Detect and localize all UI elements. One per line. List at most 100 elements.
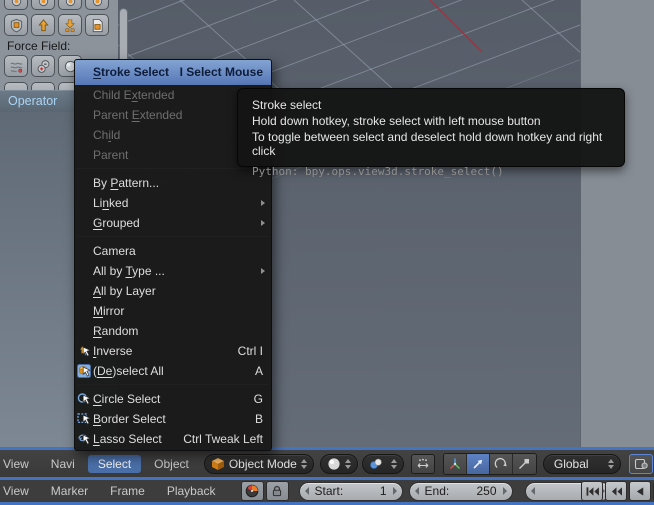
orientation-dropdown-label: Global <box>554 457 604 471</box>
menu-item-circle-select[interactable]: Circle SelectG <box>75 389 271 409</box>
pivot-icon <box>369 457 383 471</box>
manipulator-scale-button[interactable] <box>513 454 536 474</box>
tooltip-line: Hold down hotkey, stroke select with lef… <box>252 114 612 128</box>
menu-item-grouped[interactable]: Grouped <box>75 213 271 233</box>
toolshelf-button[interactable] <box>31 14 55 36</box>
timeline-fields: Start: 1 End:250 1 <box>299 482 611 501</box>
view3d-menu-view[interactable]: View <box>0 455 40 473</box>
stepper-arrows-icon <box>345 459 351 469</box>
lock-icon <box>270 484 284 498</box>
pivot-center-icon <box>634 457 648 471</box>
prev-keyframe-icon <box>609 486 624 497</box>
circle-select-icon <box>77 392 91 406</box>
play-reverse-icon <box>633 486 648 497</box>
end-frame-field[interactable]: End:250 <box>409 482 513 501</box>
menu-item-label: Parent <box>93 145 128 165</box>
menu-item-label: Random <box>93 321 138 341</box>
shading-dropdown[interactable] <box>320 454 358 474</box>
toolshelf-button[interactable] <box>85 0 109 10</box>
stepper-arrows-icon <box>391 459 397 469</box>
submenu-arrow-icon <box>261 268 265 274</box>
menu-item-label: Mirror <box>93 301 124 321</box>
manipulator-rotate-button[interactable] <box>490 454 513 474</box>
partial-icon <box>63 0 78 7</box>
mode-dropdown[interactable]: Object Mode <box>204 454 314 474</box>
axis-icon <box>448 457 462 471</box>
pivot-center-button[interactable] <box>629 454 653 474</box>
operator-panel-label: Operator <box>8 94 57 108</box>
menu-item-label: Child Extended <box>93 85 174 105</box>
view3d-header-menus: ViewNaviSelectObject <box>0 455 200 473</box>
partial-icon <box>90 0 105 7</box>
prev-keyframe-button[interactable] <box>605 481 627 501</box>
menu-item-lasso-select[interactable]: Lasso Select Ctrl Tweak Left <box>75 429 271 449</box>
scale-icon <box>517 457 531 471</box>
menu-item-label: Child <box>93 125 120 145</box>
play-reverse-button[interactable] <box>629 481 651 501</box>
menu-item-shortcut: Ctrl Tweak Left <box>183 429 271 449</box>
menu-item-label: All by Type ... <box>93 261 165 281</box>
menu-item-label: (De)select All <box>93 361 164 381</box>
start-frame-field-value: 1 <box>380 484 387 498</box>
view3d-menu-select[interactable]: Select <box>88 455 141 473</box>
menu-item-label: Lasso Select <box>93 429 162 449</box>
start-frame-field[interactable]: Start: 1 <box>299 482 403 501</box>
menu-item-inverse[interactable]: InverseCtrl I <box>75 341 271 361</box>
timeline-menu-playback[interactable]: Playback <box>156 482 227 500</box>
menu-item-label: Border Select <box>93 409 166 429</box>
timeline-menu-view[interactable]: View <box>0 482 40 500</box>
menu-item-all-by-layer[interactable]: All by Layer <box>75 281 271 301</box>
charge-icon <box>36 59 51 74</box>
toolshelf-button[interactable] <box>31 0 55 10</box>
menu-item-by-pattern[interactable]: By Pattern... <box>75 173 271 193</box>
pivot-dropdown[interactable] <box>362 454 404 474</box>
orientation-dropdown[interactable]: Global <box>543 454 621 474</box>
timeline-header-menus: ViewMarkerFramePlayback <box>0 482 227 500</box>
end-frame-field-label: End: <box>425 484 450 498</box>
cube-icon <box>211 457 225 471</box>
timeline-menu-frame[interactable]: Frame <box>99 482 156 500</box>
menu-item-label: Grouped <box>93 213 140 233</box>
menu-item-all-by-type[interactable]: All by Type ... <box>75 261 271 281</box>
menu-item-linked[interactable]: Linked <box>75 193 271 213</box>
toolshelf-row <box>4 0 109 10</box>
view3d-menu-navi[interactable]: Navi <box>40 455 86 473</box>
manipulator-axis-button[interactable] <box>444 454 467 474</box>
playback-controls <box>581 481 654 501</box>
menu-separator <box>75 381 271 389</box>
toolshelf-button[interactable] <box>4 14 28 36</box>
menu-item-label: Camera <box>93 241 136 261</box>
start-frame-field-label: Start: <box>315 484 344 498</box>
toolshelf-button[interactable] <box>31 55 55 77</box>
menu-item-mirror[interactable]: Mirror <box>75 301 271 321</box>
lasso-select-icon <box>77 432 91 446</box>
menu-item-stroke-select[interactable]: Stroke SelectI Select Mouse <box>75 60 271 85</box>
jump-start-icon <box>585 486 600 497</box>
toolshelf-button[interactable] <box>85 14 109 36</box>
toolshelf-button[interactable] <box>58 14 82 36</box>
view3d-header-controls: Object Mode Global <box>200 453 654 475</box>
view3d-header: ViewNaviSelectObject Object Mode Global <box>0 450 654 477</box>
editor-border-accent <box>0 477 654 480</box>
jump-start-button[interactable] <box>581 481 603 501</box>
menu-item-de-select-all[interactable]: (De)select AllA <box>75 361 271 381</box>
mode-dropdown-label: Object Mode <box>229 457 297 471</box>
field-arrow-left-icon <box>415 487 419 495</box>
toolshelf-button[interactable] <box>4 0 28 10</box>
toolshelf-button[interactable] <box>58 0 82 10</box>
menu-item-random[interactable]: Random <box>75 321 271 341</box>
view3d-menu-object[interactable]: Object <box>143 455 200 473</box>
tooltip: Stroke select Hold down hotkey, stroke s… <box>237 88 625 167</box>
partial-icon <box>36 0 51 7</box>
menu-item-shortcut: Ctrl I <box>238 341 271 361</box>
menu-item-camera[interactable]: Camera <box>75 241 271 261</box>
rotate-icon <box>494 457 508 471</box>
menu-item-border-select[interactable]: Border SelectB <box>75 409 271 429</box>
toolshelf-button[interactable] <box>4 55 28 77</box>
lock-button[interactable] <box>266 481 289 501</box>
tooltip-title: Stroke select <box>252 98 612 112</box>
manipulator-translate-button[interactable] <box>467 454 490 474</box>
clock-button[interactable] <box>241 481 264 501</box>
timeline-menu-marker[interactable]: Marker <box>40 482 99 500</box>
proportional-button[interactable] <box>411 454 435 474</box>
